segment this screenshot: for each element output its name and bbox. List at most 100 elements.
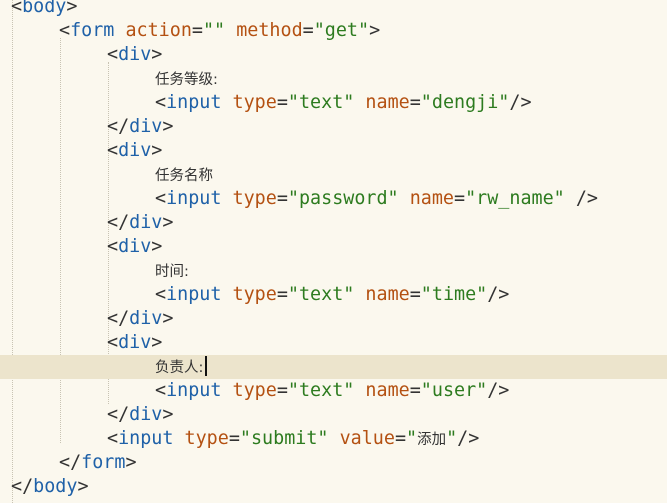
string-value: "user" bbox=[420, 380, 488, 401]
punctuation: = bbox=[276, 380, 288, 401]
text-cursor bbox=[205, 356, 208, 376]
punctuation: < bbox=[155, 284, 167, 305]
code-content: <div> bbox=[107, 331, 162, 355]
code-line[interactable]: 任务等级: bbox=[0, 67, 667, 91]
code-line[interactable]: </div> bbox=[0, 115, 667, 139]
code-content: <input type="submit" value="添加"/> bbox=[107, 427, 479, 452]
string-value: "text" bbox=[287, 380, 355, 401]
tag-name: div bbox=[118, 44, 152, 65]
punctuation: > bbox=[369, 20, 381, 41]
code-line[interactable]: </div> bbox=[0, 307, 667, 331]
punctuation bbox=[328, 428, 339, 449]
punctuation: < bbox=[155, 380, 167, 401]
string-value: "password" bbox=[287, 188, 399, 209]
code-line[interactable]: </div> bbox=[0, 211, 667, 235]
string-value: "text" bbox=[287, 284, 355, 305]
code-content: </div> bbox=[107, 211, 173, 235]
tag-name: form bbox=[70, 20, 115, 41]
punctuation: = bbox=[228, 428, 240, 449]
attribute-name: name bbox=[409, 188, 455, 209]
punctuation: > bbox=[151, 44, 163, 65]
attribute-name: method bbox=[236, 20, 303, 41]
punctuation: </ bbox=[59, 452, 82, 473]
string-value: " bbox=[446, 428, 458, 449]
code-content: 任务等级: bbox=[155, 67, 218, 92]
code-content: <body> bbox=[11, 0, 77, 19]
punctuation: < bbox=[107, 428, 119, 449]
punctuation bbox=[221, 284, 232, 305]
punctuation: = bbox=[409, 92, 421, 113]
code-line[interactable]: <div> bbox=[0, 235, 667, 259]
code-line-current[interactable]: 负责人: bbox=[0, 355, 667, 379]
punctuation: = bbox=[409, 380, 421, 401]
punctuation: = bbox=[191, 20, 203, 41]
code-content: 负责人: bbox=[155, 355, 208, 380]
code-content: </div> bbox=[107, 403, 173, 427]
code-line[interactable]: <div> bbox=[0, 331, 667, 355]
text-content: 时间: bbox=[155, 264, 189, 280]
punctuation: > bbox=[151, 332, 163, 353]
tag-name: body bbox=[22, 0, 67, 17]
punctuation bbox=[354, 380, 365, 401]
code-line[interactable]: </form> bbox=[0, 451, 667, 475]
code-content: <div> bbox=[107, 139, 162, 163]
punctuation: > bbox=[162, 308, 174, 329]
punctuation bbox=[399, 188, 410, 209]
attribute-name: name bbox=[365, 380, 410, 401]
punctuation: = bbox=[454, 188, 466, 209]
punctuation bbox=[221, 380, 232, 401]
code-line[interactable]: <input type="password" name="rw_name" /> bbox=[0, 187, 667, 211]
code-line[interactable]: </div> bbox=[0, 403, 667, 427]
code-line[interactable]: </body> bbox=[0, 475, 667, 499]
code-line[interactable]: <input type="text" name="dengji"/> bbox=[0, 91, 667, 115]
string-value: "submit" bbox=[239, 428, 329, 449]
punctuation bbox=[225, 20, 236, 41]
string-value: "get" bbox=[313, 20, 370, 41]
string-value: "time" bbox=[420, 284, 488, 305]
attribute-name: type bbox=[232, 380, 277, 401]
code-line[interactable]: 任务名称 bbox=[0, 163, 667, 187]
tag-name: input bbox=[166, 188, 222, 209]
attribute-name: action bbox=[125, 20, 192, 41]
punctuation: > bbox=[162, 404, 174, 425]
punctuation bbox=[221, 188, 232, 209]
code-content: <div> bbox=[107, 235, 162, 259]
attribute-name: name bbox=[365, 284, 410, 305]
code-line[interactable]: <div> bbox=[0, 139, 667, 163]
code-editor[interactable]: <body> <form action="" method="get"> <div>… bbox=[0, 0, 667, 503]
code-content: <input type="text" name="time"/> bbox=[155, 283, 509, 307]
code-line[interactable]: <form action="" method="get"> bbox=[0, 19, 667, 43]
code-line[interactable]: <input type="submit" value="添加"/> bbox=[0, 427, 667, 451]
code-line[interactable]: 时间: bbox=[0, 259, 667, 283]
punctuation: = bbox=[276, 188, 288, 209]
punctuation: /> bbox=[487, 380, 510, 401]
string-value: "rw_name" bbox=[465, 188, 565, 209]
attribute-name: type bbox=[232, 92, 277, 113]
tag-name: input bbox=[166, 380, 222, 401]
code-content: </div> bbox=[107, 307, 173, 331]
punctuation: = bbox=[302, 20, 314, 41]
attribute-name: name bbox=[365, 92, 410, 113]
string-value: "text" bbox=[287, 92, 355, 113]
code-line[interactable]: <input type="text" name="user"/> bbox=[0, 379, 667, 403]
punctuation: /> bbox=[509, 92, 532, 113]
code-content: <div> bbox=[107, 43, 162, 67]
punctuation: /> bbox=[487, 284, 510, 305]
punctuation: < bbox=[107, 332, 119, 353]
attribute-name: type bbox=[232, 188, 277, 209]
code-content: <input type="password" name="rw_name" /> bbox=[155, 187, 598, 211]
text-content: 负责人: bbox=[155, 360, 204, 376]
punctuation bbox=[173, 428, 184, 449]
tag-name: div bbox=[129, 404, 163, 425]
code-content: </div> bbox=[107, 115, 173, 139]
code-line[interactable]: <div> bbox=[0, 43, 667, 67]
punctuation: < bbox=[107, 44, 119, 65]
string-value: "dengji" bbox=[420, 92, 510, 113]
tag-name: form bbox=[81, 452, 126, 473]
tag-name: div bbox=[118, 332, 152, 353]
code-content: <input type="text" name="user"/> bbox=[155, 379, 509, 403]
code-content: </form> bbox=[59, 451, 137, 475]
code-line[interactable]: <input type="text" name="time"/> bbox=[0, 283, 667, 307]
punctuation: </ bbox=[107, 404, 130, 425]
code-line[interactable]: <body> bbox=[0, 0, 667, 19]
